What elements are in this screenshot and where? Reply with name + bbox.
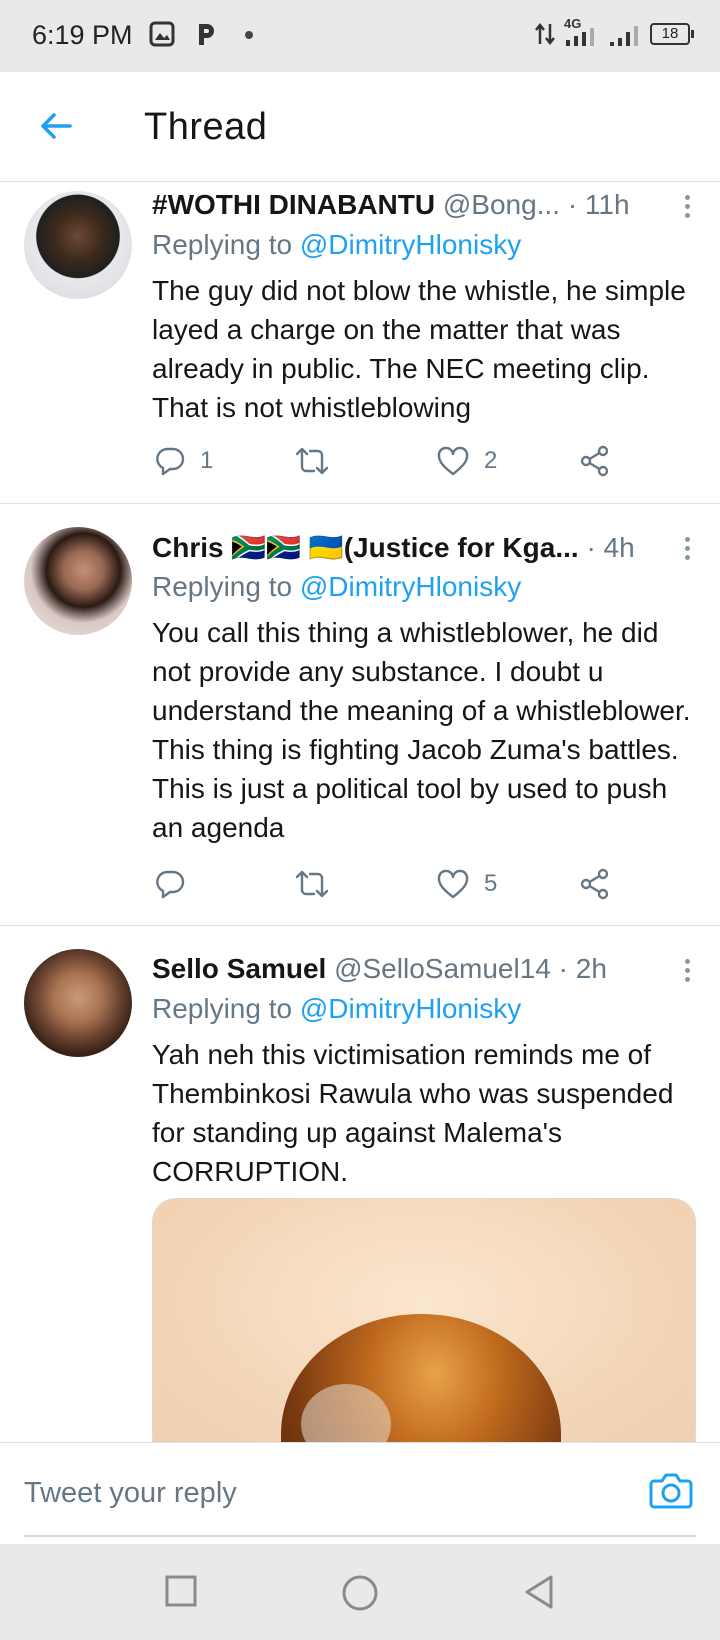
back-arrow-icon[interactable] [36,106,76,146]
replying-handle[interactable]: @DimitryHlonisky [300,993,521,1024]
dot-icon [245,31,253,39]
reply-bar: Tweet your reply [0,1442,720,1542]
tweet[interactable]: #WOTHI DINABANTU @Bong... · 11h Replying… [0,183,720,504]
reply-icon [156,870,185,899]
battery-icon: 18 [650,23,694,45]
replying-prefix: Replying to [152,571,300,602]
heart-icon [437,446,469,476]
reply-icon [156,447,185,476]
reply-underline [24,1535,696,1537]
more-icon[interactable] [682,955,692,986]
retweet-button[interactable] [294,868,344,900]
author-name[interactable]: Chris 🇿🇦🇿🇦 🇺🇦(Justice for Kga... [152,532,579,563]
replying-to: Replying to @DimitryHlonisky [152,571,521,603]
share-icon [580,445,609,477]
tweet-time: · 2h [558,953,607,984]
more-icon[interactable] [682,533,692,564]
media-subject [281,1314,561,1457]
author-name[interactable]: #WOTHI DINABANTU [152,189,435,220]
tweet-time: · 11h [567,189,630,220]
tweet-text: You call this thing a whistleblower, he … [152,617,691,843]
gallery-icon [149,21,175,47]
reply-input[interactable]: Tweet your reply [24,1477,237,1510]
tweet[interactable]: Chris 🇿🇦🇿🇦 🇺🇦(Justice for Kga... · 4h Re… [0,505,720,926]
like-button[interactable]: 2 [436,445,497,477]
tweet-header: #WOTHI DINABANTU @Bong... · 11h [152,189,660,221]
tweet-actions: 5 [152,868,622,908]
replying-handle[interactable]: @DimitryHlonisky [300,571,521,602]
tweet-time: · 4h [586,532,635,563]
status-indicators: 4G 18 [534,16,694,48]
share-button[interactable] [578,868,612,900]
author-handle[interactable]: @Bong... [443,189,560,220]
reply-button[interactable] [154,868,200,900]
status-time: 6:19 PM [32,20,133,50]
tweet-media-image[interactable] [152,1198,696,1458]
tweet-text: Yah neh this victimisation reminds me of… [152,1039,674,1187]
replying-prefix: Replying to [152,229,300,260]
navigation-bar [0,1544,720,1640]
tweet-header: Sello Samuel @SelloSamuel14 · 2h [152,953,660,985]
tweet-header: Chris 🇿🇦🇿🇦 🇺🇦(Justice for Kga... · 4h [152,531,660,564]
p-icon [199,24,214,45]
author-name[interactable]: Sello Samuel [152,953,326,984]
heart-icon [437,869,469,899]
share-icon [580,868,609,900]
retweet-icon [295,447,329,475]
replying-prefix: Replying to [152,993,300,1024]
share-button[interactable] [578,445,612,477]
camera-icon[interactable] [648,1467,694,1513]
author-handle[interactable]: @SelloSamuel14 [334,953,551,984]
reply-count: 1 [200,447,214,474]
page-title: Thread [144,106,268,148]
home-icon[interactable] [341,1574,379,1612]
replying-handle[interactable]: @DimitryHlonisky [300,229,521,260]
tweet-actions: 1 2 [152,445,622,485]
replying-to: Replying to @DimitryHlonisky [152,229,521,261]
signal-icon-2 [610,26,638,46]
like-count: 5 [484,870,498,897]
avatar[interactable] [24,949,132,1057]
avatar[interactable] [24,527,132,635]
like-count: 2 [484,447,498,474]
header: Thread [0,72,720,182]
status-bar: 6:19 PM 4G 18 [0,0,720,72]
retweet-button[interactable] [294,445,344,477]
back-icon[interactable] [522,1574,556,1610]
replying-to: Replying to @DimitryHlonisky [152,993,521,1025]
retweet-icon [295,870,329,898]
recents-icon[interactable] [164,1574,198,1608]
data-arrows-icon [535,22,555,46]
tweet-text: The guy did not blow the whistle, he sim… [152,275,686,423]
signal-icon: 4G [562,16,602,48]
avatar[interactable] [24,191,132,299]
like-button[interactable]: 5 [436,868,497,900]
reply-button[interactable]: 1 [154,445,213,477]
more-icon[interactable] [682,191,692,222]
